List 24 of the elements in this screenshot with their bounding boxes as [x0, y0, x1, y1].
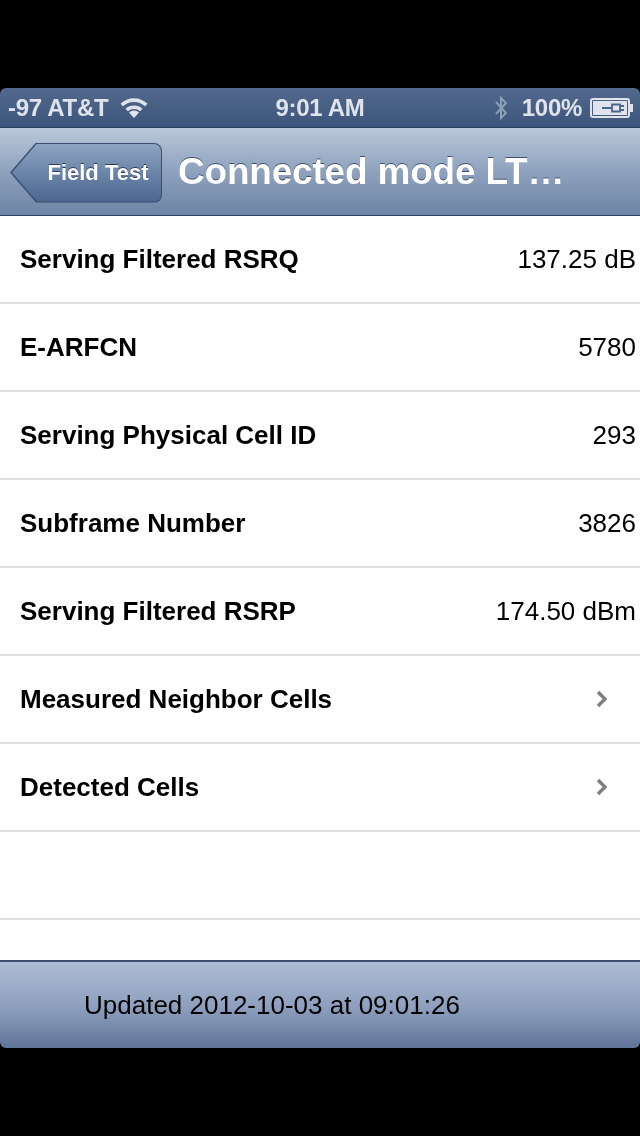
nav-title: Connected mode LT… — [178, 150, 565, 193]
row-label: Subframe Number — [20, 507, 246, 539]
table-row[interactable]: Detected Cells — [0, 744, 640, 832]
row-value: 174.50 dBm — [495, 595, 636, 627]
row-label: Measured Neighbor Cells — [20, 683, 333, 715]
row-label: E-ARFCN — [20, 331, 137, 363]
back-button[interactable]: Field Test — [10, 142, 162, 203]
row-value: 3826 — [578, 507, 636, 539]
row-value: 293 — [592, 419, 636, 451]
updated-timestamp: Updated 2012-10-03 at 09:01:26 — [84, 989, 460, 1021]
clock-time: 9:01 AM — [275, 93, 365, 122]
chevron-icon — [596, 778, 608, 796]
row-label: Serving Filtered RSRP — [20, 595, 296, 627]
row-value: 137.25 dB — [517, 243, 636, 275]
battery-percent: 100% — [521, 93, 582, 122]
chevron-icon — [596, 690, 608, 708]
carrier-signal: -97 AT&T — [8, 93, 109, 122]
bluetooth-icon — [493, 94, 508, 121]
row-value: 5780 — [578, 331, 636, 363]
table-row[interactable]: Measured Neighbor Cells — [0, 656, 640, 744]
battery-charging-icon — [590, 97, 634, 118]
row-label: Detected Cells — [20, 771, 200, 803]
row-label: Serving Physical Cell ID — [20, 419, 317, 451]
row-label: Serving Filtered RSRQ — [20, 243, 299, 275]
